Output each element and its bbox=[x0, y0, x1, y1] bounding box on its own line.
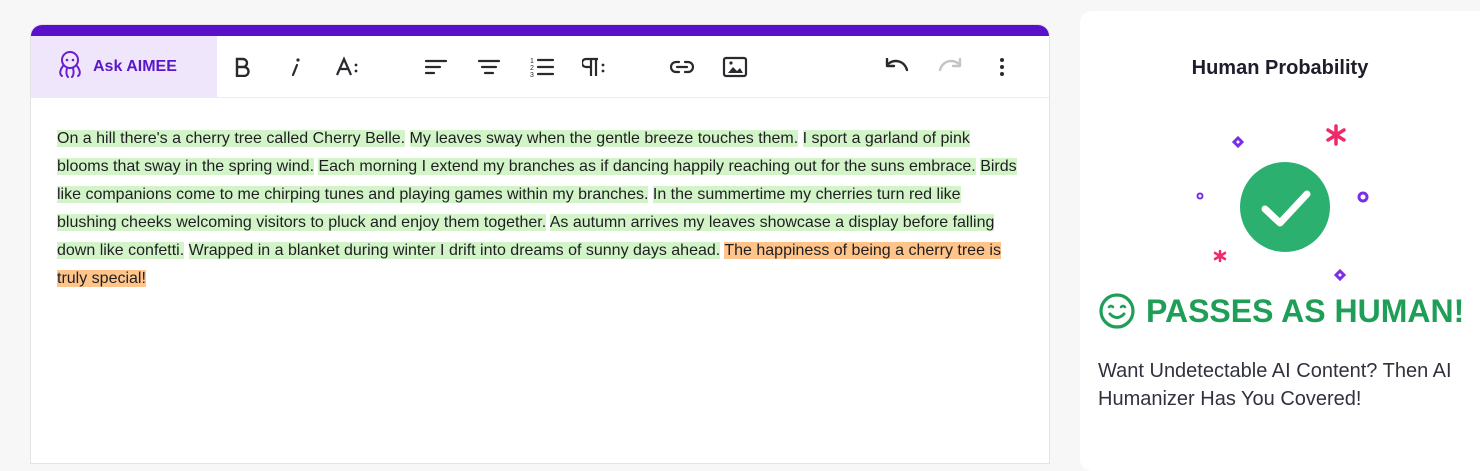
italic-icon bbox=[288, 57, 302, 77]
undo-icon bbox=[884, 58, 910, 76]
align-center-button[interactable] bbox=[475, 53, 503, 81]
sentence-human: On a hill there's a cherry tree called C… bbox=[57, 130, 406, 147]
numbered-list-icon: 123 bbox=[529, 56, 555, 78]
verdict: PASSES AS HUMAN! bbox=[1098, 292, 1464, 330]
paragraph-button[interactable] bbox=[581, 53, 609, 81]
redo-icon bbox=[937, 58, 963, 76]
editor-toolbar: Ask AIMEE 1 2 3 bbox=[31, 36, 1049, 98]
sentence-human: My leaves sway when the gentle breeze to… bbox=[409, 130, 799, 147]
align-left-icon bbox=[424, 58, 448, 76]
detection-result-panel: Human Probability PASSES AS HUMAN! Want … bbox=[1080, 11, 1480, 471]
verdict-text: PASSES AS HUMAN! bbox=[1146, 292, 1465, 329]
paragraph-icon bbox=[582, 56, 608, 78]
smiley-icon bbox=[1098, 292, 1136, 330]
editor-accent-bar bbox=[31, 25, 1049, 36]
svg-text:1: 1 bbox=[530, 58, 534, 65]
ask-aimee-label: Ask AIMEE bbox=[93, 57, 177, 75]
undo-button[interactable] bbox=[883, 53, 911, 81]
ask-aimee-button[interactable]: Ask AIMEE bbox=[31, 36, 217, 97]
bold-icon bbox=[233, 57, 251, 77]
sentence-human: Wrapped in a blanket during winter I dri… bbox=[188, 242, 721, 259]
text-editor: Ask AIMEE 1 2 3 On a hill there's a cher… bbox=[30, 24, 1050, 464]
numbered-list-button[interactable]: 123 bbox=[528, 53, 556, 81]
link-button[interactable] bbox=[668, 53, 696, 81]
link-icon bbox=[669, 59, 695, 75]
panel-title: Human Probability bbox=[1191, 57, 1369, 79]
octopus-icon bbox=[55, 49, 85, 84]
bold-button[interactable] bbox=[228, 53, 256, 81]
editor-content[interactable]: On a hill there's a cherry tree called C… bbox=[31, 98, 1049, 293]
sentence-human: Each morning I extend my branches as if … bbox=[318, 158, 976, 175]
more-options-button[interactable] bbox=[988, 53, 1016, 81]
image-button[interactable] bbox=[721, 53, 749, 81]
italic-button[interactable] bbox=[281, 53, 309, 81]
svg-text:2: 2 bbox=[530, 65, 534, 72]
success-illustration bbox=[1180, 111, 1390, 291]
humanizer-promo: Want Undetectable AI Content? Then AI Hu… bbox=[1098, 360, 1452, 410]
font-size-icon bbox=[335, 56, 361, 78]
align-center-icon bbox=[477, 58, 501, 76]
image-icon bbox=[722, 56, 748, 78]
more-icon bbox=[999, 57, 1005, 77]
svg-text:3: 3 bbox=[530, 72, 534, 78]
font-size-button[interactable] bbox=[334, 53, 362, 81]
align-left-button[interactable] bbox=[422, 53, 450, 81]
redo-button[interactable] bbox=[936, 53, 964, 81]
